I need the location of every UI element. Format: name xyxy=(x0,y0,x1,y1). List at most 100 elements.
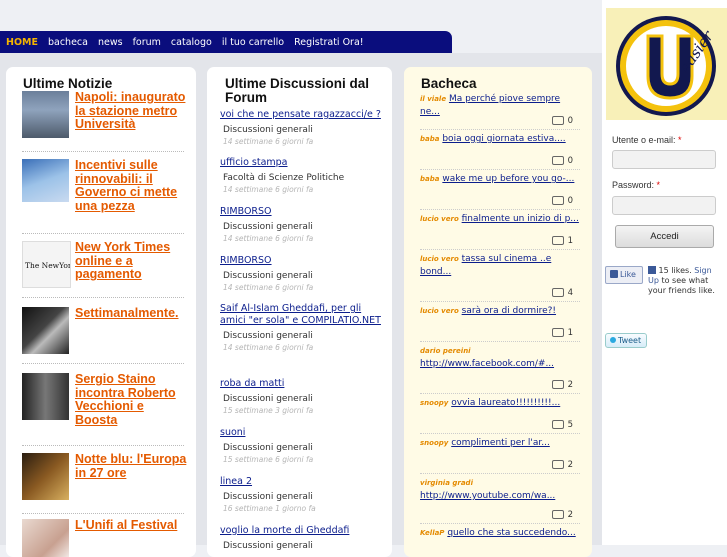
news-thumbnail[interactable] xyxy=(22,519,69,557)
nav-forum[interactable]: forum xyxy=(128,37,166,48)
post-title[interactable]: complimenti per l'ar... xyxy=(451,438,550,448)
post-title[interactable]: ovvia laureato!!!!!!!!!!... xyxy=(451,398,560,408)
post-author[interactable]: baba xyxy=(420,135,439,143)
comment-count-value: 2 xyxy=(567,510,573,520)
news-link[interactable]: New York Times online e a pagamento xyxy=(75,240,187,282)
news-link[interactable]: Notte blu: l'Europa in 27 ore xyxy=(75,452,187,480)
news-link[interactable]: Sergio Staino incontra Roberto Vecchioni… xyxy=(75,372,187,427)
news-thumbnail[interactable]: The NewYork Times xyxy=(22,241,101,288)
nav-registrati[interactable]: Registrati Ora! xyxy=(289,37,369,48)
post-author[interactable]: dario pereini xyxy=(420,347,471,355)
comment-icon xyxy=(551,420,564,429)
comment-count-value: 0 xyxy=(567,196,573,206)
comment-count[interactable]: 0 xyxy=(551,116,573,126)
discussion-link[interactable]: voi che ne pensate ragazzacci/e ? xyxy=(220,109,382,121)
post-author[interactable]: virginia gradi xyxy=(420,479,473,487)
comment-count[interactable]: 2 xyxy=(551,380,573,390)
discussion-link[interactable]: RIMBORSO xyxy=(220,206,382,218)
news-thumbnail[interactable] xyxy=(22,91,69,138)
comment-icon xyxy=(551,236,564,245)
password-input[interactable] xyxy=(612,196,716,215)
news-thumbnail[interactable] xyxy=(22,307,69,354)
news-item: L'Unifi al Festival xyxy=(22,518,187,557)
thumbs-up-icon xyxy=(610,270,618,278)
news-link[interactable]: Settimanalmente. xyxy=(75,306,187,321)
tweet-button[interactable]: Tweet xyxy=(605,333,647,348)
news-item: Notte blu: l'Europa in 27 ore xyxy=(22,452,187,514)
post-author[interactable]: snoopy xyxy=(420,439,448,447)
post-title[interactable]: quello che sta succedendo... xyxy=(447,528,575,538)
nav-catalogo[interactable]: catalogo xyxy=(166,37,217,48)
twitter-bird-icon xyxy=(610,337,616,343)
comment-icon xyxy=(551,510,564,519)
site-logo[interactable]: easier xyxy=(606,8,727,120)
post-author[interactable]: baba xyxy=(420,175,439,183)
comment-count[interactable]: 5 xyxy=(551,420,573,430)
news-link[interactable]: Incentivi sulle rinnovabili: il Governo … xyxy=(75,158,187,213)
discussion-link[interactable]: Saif Al-Islam Gheddafi, per gli amici "e… xyxy=(220,303,382,327)
comment-count[interactable]: 2 xyxy=(551,460,573,470)
news-item: Settimanalmente. xyxy=(22,306,187,364)
post-author[interactable]: lucio vero xyxy=(420,215,459,223)
post-author[interactable]: KellaP xyxy=(420,529,444,537)
nav-home[interactable]: HOME xyxy=(0,37,43,48)
comment-count[interactable]: 4 xyxy=(551,288,573,298)
news-link[interactable]: Napoli: inaugurato la stazione metro Uni… xyxy=(75,90,187,132)
sidebar: easier Utente o e-mail: * Password: * Ac… xyxy=(602,0,727,545)
forum-column: Ultime Discussioni dal Forum voi che ne … xyxy=(207,67,392,557)
username-label: Utente o e-mail: * xyxy=(612,135,682,145)
post-title[interactable]: http://www.youtube.com/wa... xyxy=(420,491,555,501)
news-link[interactable]: L'Unifi al Festival xyxy=(75,518,187,533)
comment-count[interactable]: 2 xyxy=(551,510,573,520)
news-thumbnail[interactable] xyxy=(22,373,69,420)
bacheca-post: virginia gradi http://www.youtube.com/wa… xyxy=(420,477,580,524)
nyt-logo-icon: The NewYork Times xyxy=(25,261,101,270)
comment-count[interactable]: 0 xyxy=(551,196,573,206)
u-easier-logo-icon: easier xyxy=(616,16,717,116)
comment-count[interactable]: 0 xyxy=(551,156,573,166)
comment-icon xyxy=(551,196,564,205)
bacheca-column: Bacheca il viale Ma perché piove sempre … xyxy=(404,67,592,557)
post-author[interactable]: lucio vero xyxy=(420,255,459,263)
comment-count-value: 2 xyxy=(567,380,573,390)
facebook-icon xyxy=(648,266,656,274)
post-title[interactable]: sarà ora di dormire?! xyxy=(462,306,556,316)
news-thumbnail[interactable] xyxy=(22,453,69,500)
post-author[interactable]: lucio vero xyxy=(420,307,459,315)
news-column: Ultime Notizie Napoli: inaugurato la sta… xyxy=(6,67,196,557)
bacheca-heading: Bacheca xyxy=(421,76,477,91)
discussion-item: RIMBORSO Discussioni generali 14 settima… xyxy=(220,255,382,292)
post-title[interactable]: wake me up before you go-... xyxy=(442,174,574,184)
comment-count-value: 0 xyxy=(567,156,573,166)
discussion-category: Discussioni generali xyxy=(223,443,313,453)
facebook-like-button[interactable]: Like xyxy=(605,266,643,284)
post-title[interactable]: http://www.facebook.com/#... xyxy=(420,359,554,369)
comment-icon xyxy=(551,288,564,297)
comment-count[interactable]: 1 xyxy=(551,328,573,338)
post-author[interactable]: snoopy xyxy=(420,399,448,407)
bacheca-post: snoopy complimenti per l'ar... 2 xyxy=(420,437,580,474)
news-item: Napoli: inaugurato la stazione metro Uni… xyxy=(22,90,187,152)
nav-carrello[interactable]: il tuo carrello xyxy=(217,37,289,48)
login-button[interactable]: Accedi xyxy=(615,225,714,248)
comment-count[interactable]: 1 xyxy=(551,236,573,246)
discussion-link[interactable]: linea 2 xyxy=(220,476,382,488)
discussion-link[interactable]: voglio la morte di Gheddafi xyxy=(220,525,382,537)
facebook-like-text: 15 likes. Sign Up to see what your frien… xyxy=(648,266,715,295)
discussion-category: Facoltà di Scienze Politiche xyxy=(223,173,345,183)
discussion-link[interactable]: roba da matti xyxy=(220,378,382,390)
nav-bacheca[interactable]: bacheca xyxy=(43,37,93,48)
post-title[interactable]: finalmente un inizio di p... xyxy=(462,214,579,224)
username-input[interactable] xyxy=(612,150,716,169)
post-author[interactable]: il viale xyxy=(420,95,446,103)
discussion-item: RIMBORSO Discussioni generali 14 settima… xyxy=(220,206,382,243)
top-band xyxy=(0,0,600,31)
news-item: The NewYork Times New York Times online … xyxy=(22,240,187,298)
discussion-link[interactable]: RIMBORSO xyxy=(220,255,382,267)
nav-news[interactable]: news xyxy=(93,37,128,48)
discussion-date: 15 settimane 3 giorni fa xyxy=(223,406,314,415)
news-thumbnail[interactable] xyxy=(22,159,69,202)
discussion-link[interactable]: ufficio stampa xyxy=(220,157,382,169)
post-title[interactable]: boia oggi giornata estiva.... xyxy=(442,134,565,144)
discussion-link[interactable]: suoni xyxy=(220,427,382,439)
